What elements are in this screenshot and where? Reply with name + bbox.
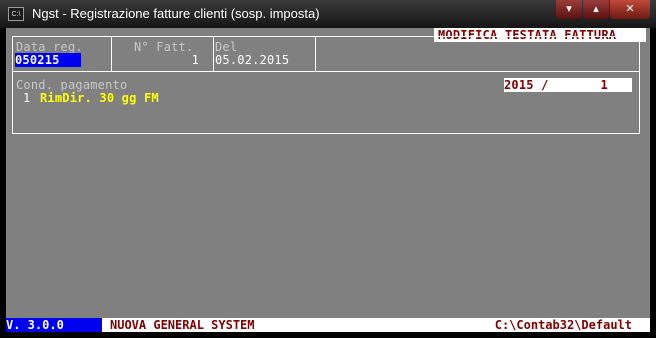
status-bar: V. 3.0.0 NUOVA GENERAL SYSTEM C:\Contab3… [6,318,650,332]
num-fatt-label: N° Fatt. [134,40,194,54]
del-date-field[interactable]: 05.02.2015 [215,53,289,67]
window-title: Ngst - Registrazione fatture clienti (so… [32,6,320,21]
console-area: MODIFICA TESTATA FATTURA Data reg. 05021… [6,28,650,332]
del-label: Del [215,40,238,54]
cond-pagamento-description: RimDir. 30 gg FM [40,91,159,105]
version-label: V. 3.0.0 [6,318,102,332]
cond-pagamento-label: Cond. pagamento [16,78,128,92]
console-app-icon[interactable]: C:\ [8,7,24,21]
cond-pagamento-code[interactable]: 1 [23,91,30,105]
data-path: C:\Contab32\Default [494,318,632,332]
divider [213,37,214,71]
title-bar: C:\ Ngst - Registrazione fatture clienti… [0,0,656,28]
divider [13,71,639,72]
company-name: NUOVA GENERAL SYSTEM [110,318,255,332]
divider [111,37,112,71]
maximize-button[interactable]: ▴ [583,0,609,19]
minimize-button[interactable]: ▾ [556,0,582,19]
num-fatt-field[interactable]: 1 [117,53,199,67]
close-button[interactable]: ✕ [610,0,650,19]
divider [315,37,316,71]
data-reg-label: Data reg. [16,40,83,54]
invoice-header-box: Data reg. 050215 N° Fatt. 1 Del 05.02.20… [12,36,640,134]
protocol-field[interactable]: 2015 / 1 [504,78,632,92]
data-reg-input[interactable]: 050215 [15,53,81,67]
